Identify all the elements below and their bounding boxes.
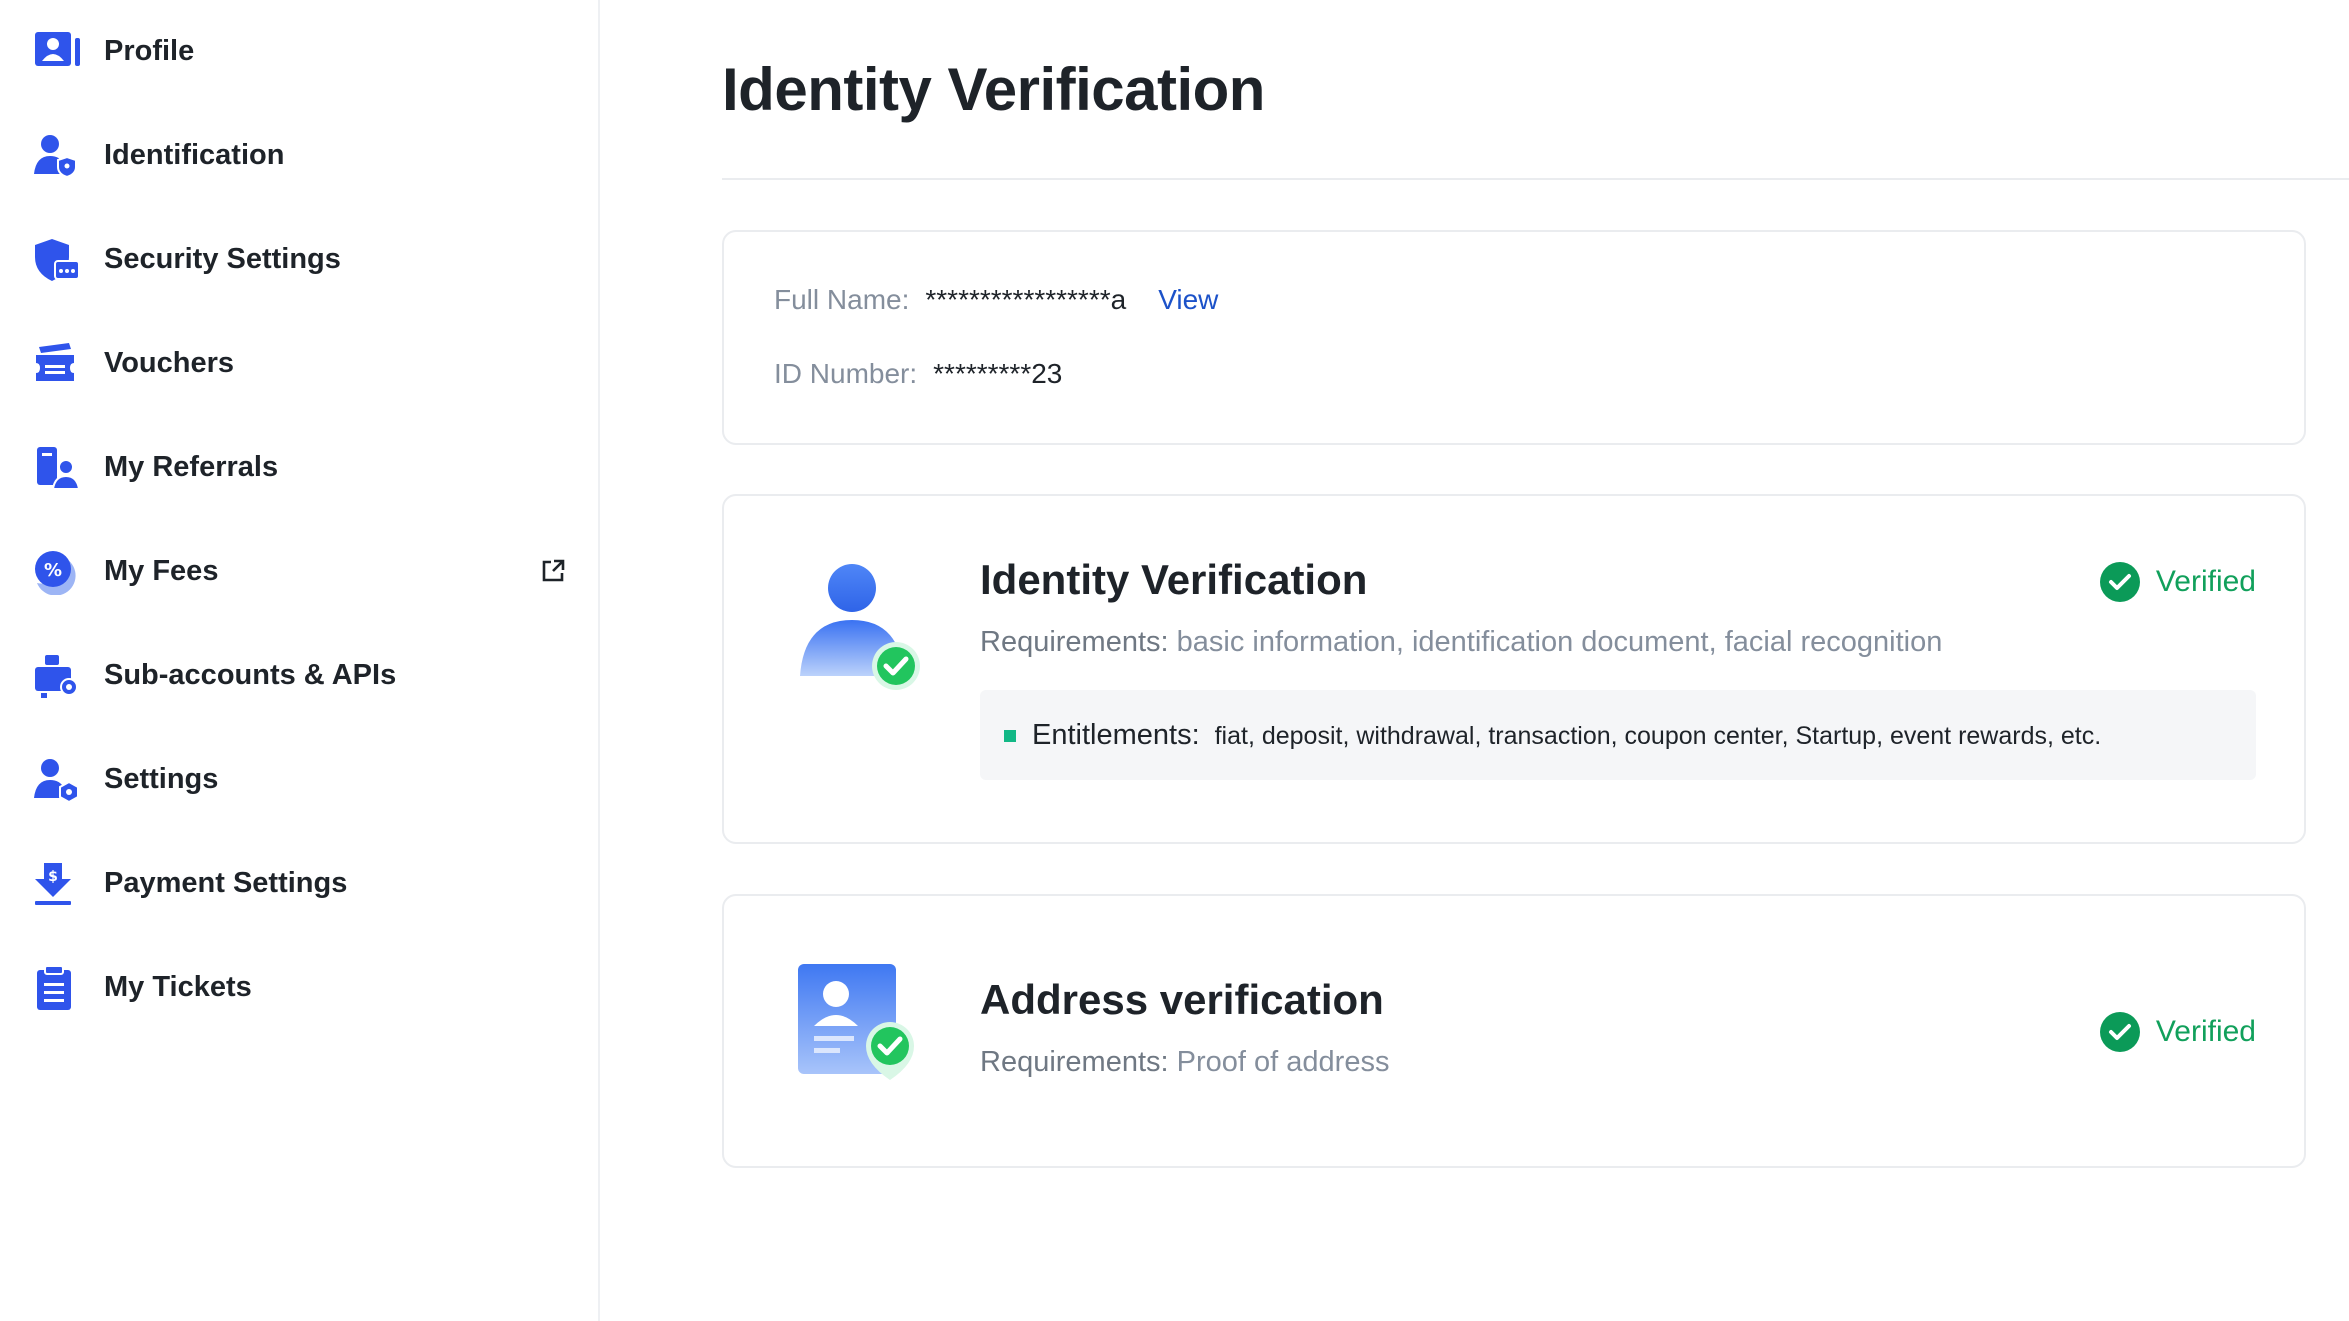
sidebar-item-label: Profile [104, 35, 195, 67]
full-name-value: *****************a [925, 284, 1127, 315]
identity-verification-card: Identity Verification Requirements: basi… [722, 494, 2306, 844]
title-divider [722, 178, 2349, 180]
sub-accounts-icon [35, 655, 78, 698]
requirements-value: basic information, identification docume… [1176, 626, 1943, 658]
bullet-marker [1004, 730, 1016, 742]
sidebar-item-my-referrals[interactable]: My Referrals [0, 427, 598, 507]
address-requirements: Requirements: Proof of address [980, 1046, 1389, 1079]
identity-status-badge: Verified [2099, 562, 2256, 602]
sidebar-item-security-settings[interactable]: Security Settings [0, 219, 598, 299]
sidebar-item-vouchers[interactable]: Vouchers [0, 323, 598, 403]
address-status-badge: Verified [2099, 1012, 2256, 1052]
sidebar-item-label: My Fees [104, 555, 219, 587]
voucher-icon [36, 343, 74, 381]
verified-check-icon [2099, 1012, 2140, 1052]
requirements-value: Proof of address [1176, 1046, 1390, 1078]
sidebar-item-profile[interactable]: Profile [0, 11, 598, 91]
sidebar-item-label: Sub-accounts & APIs [104, 659, 397, 691]
view-name-link[interactable]: View [1158, 284, 1218, 316]
payment-download-icon: $ [35, 863, 71, 905]
external-link-icon[interactable] [540, 558, 566, 584]
verified-check-icon [2099, 562, 2140, 602]
sidebar-item-label: Identification [104, 139, 285, 171]
identity-requirements: Requirements: basic information, identif… [980, 626, 1942, 659]
id-number-value: *********23 [933, 358, 1063, 389]
sidebar-item-my-tickets[interactable]: My Tickets [0, 947, 598, 1027]
sidebar-item-my-fees[interactable]: % My Fees [0, 531, 598, 611]
address-verified-illustration-icon [798, 964, 914, 1080]
sidebar-item-label: Payment Settings [104, 867, 348, 899]
settings-user-icon [34, 759, 79, 803]
full-name-row: Full Name: *****************a View [774, 284, 1218, 316]
sidebar-item-label: My Tickets [104, 971, 252, 1003]
id-number-label: ID Number: [774, 358, 918, 389]
sidebar-item-payment-settings[interactable]: $ Payment Settings [0, 843, 598, 923]
requirements-label: Requirements: [980, 626, 1169, 658]
entitlements-text: Entitlements: fiat, deposit, withdrawal,… [1032, 690, 2101, 781]
svg-text:$: $ [48, 869, 58, 885]
sidebar: Profile Identification Security Settings… [0, 0, 600, 1321]
entitlements-label: Entitlements: [1032, 719, 1200, 751]
sidebar-item-sub-accounts-apis[interactable]: Sub-accounts & APIs [0, 635, 598, 715]
tickets-clipboard-icon [37, 965, 71, 1010]
sidebar-item-identification[interactable]: Identification [0, 115, 598, 195]
address-verification-title: Address verification [980, 976, 1384, 1023]
sidebar-item-label: Vouchers [104, 347, 235, 379]
address-status-text: Verified [2155, 1015, 2256, 1048]
identity-verification-title: Identity Verification [980, 556, 1368, 603]
address-verification-card: Address verification Requirements: Proof… [722, 894, 2306, 1168]
requirements-label: Requirements: [980, 1046, 1169, 1078]
security-shield-icon [35, 239, 80, 281]
personal-info-card: Full Name: *****************a View ID Nu… [722, 230, 2306, 445]
profile-icon [35, 32, 80, 66]
sidebar-item-label: My Referrals [104, 451, 279, 483]
sidebar-item-settings[interactable]: Settings [0, 739, 598, 819]
main-content: Identity Verification Full Name: *******… [722, 0, 2349, 1321]
identity-verified-illustration-icon [800, 564, 920, 690]
sidebar-item-label: Security Settings [104, 243, 341, 275]
referrals-icon [37, 447, 81, 490]
identity-status-text: Verified [2155, 565, 2256, 598]
identification-icon [34, 135, 77, 179]
fees-percent-icon: % [35, 551, 76, 595]
entitlements-box: Entitlements: fiat, deposit, withdrawal,… [980, 690, 2256, 780]
entitlements-value: fiat, deposit, withdrawal, transaction, … [1214, 722, 2102, 750]
id-number-row: ID Number: *********23 [774, 358, 1062, 390]
svg-text:%: % [44, 560, 62, 581]
full-name-label: Full Name: [774, 284, 910, 315]
page-title: Identity Verification [722, 56, 1265, 123]
sidebar-item-label: Settings [104, 763, 219, 795]
